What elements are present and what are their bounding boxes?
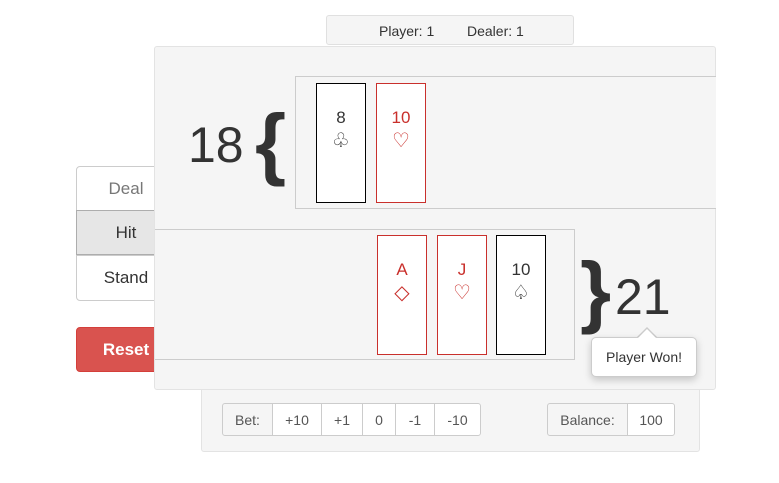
dealer-score: 18 [188, 117, 244, 173]
player-wins: Player: 1 [379, 23, 435, 39]
scoreboard: Player: 1 Dealer: 1 [326, 15, 574, 45]
clubs-icon: ♧ [332, 130, 350, 152]
balance-value: 100 [627, 403, 675, 436]
dealer-wins: Dealer: 1 [467, 23, 524, 39]
player-score: 21 [615, 269, 671, 325]
card-rank: A [396, 260, 408, 279]
card-rank: 10 [511, 260, 531, 279]
diamonds-icon: ◇ [394, 282, 410, 304]
bet-zero-button[interactable]: 0 [362, 403, 396, 436]
result-tooltip: Player Won! [591, 337, 697, 377]
card-rank: J [457, 260, 467, 279]
bet-controls: Bet: +10 +1 0 -1 -10 [222, 403, 481, 436]
hearts-icon: ♡ [453, 282, 471, 304]
bet-label: Bet: [222, 403, 273, 436]
player-card: A ◇ [377, 235, 427, 355]
dealer-card: 10 ♡ [376, 83, 426, 203]
balance-display: Balance: 100 [547, 403, 675, 436]
player-brace: } [580, 246, 612, 335]
tooltip-arrow-inner [638, 329, 656, 338]
bet-minus-1-button[interactable]: -1 [395, 403, 435, 436]
hearts-icon: ♡ [392, 130, 410, 152]
player-card: 10 ♤ [496, 235, 546, 355]
player-card: J ♡ [437, 235, 487, 355]
bet-minus-10-button[interactable]: -10 [434, 403, 481, 436]
dealer-card: 8 ♧ [316, 83, 366, 203]
spades-icon: ♤ [512, 282, 530, 304]
bet-plus-1-button[interactable]: +1 [321, 403, 363, 436]
dealer-brace: { [255, 98, 287, 187]
balance-label: Balance: [547, 403, 628, 436]
bet-plus-10-button[interactable]: +10 [272, 403, 322, 436]
card-rank: 8 [336, 108, 346, 127]
card-rank: 10 [391, 108, 411, 127]
